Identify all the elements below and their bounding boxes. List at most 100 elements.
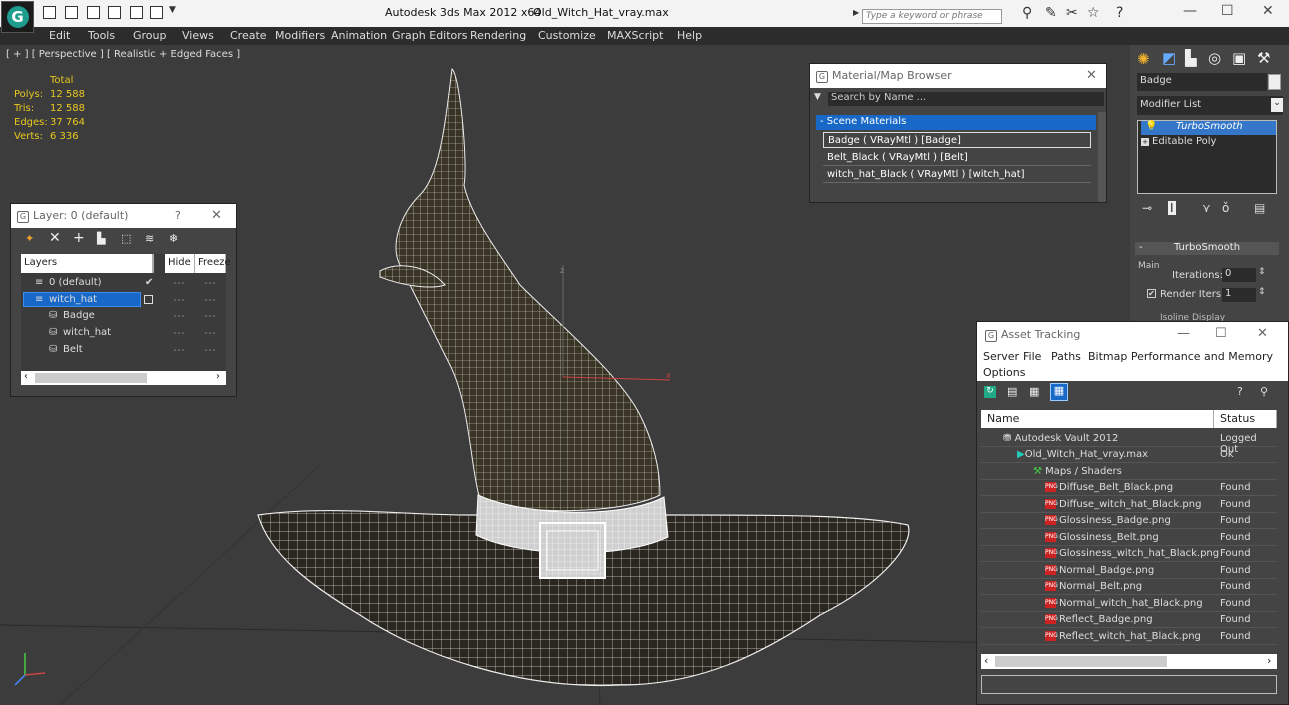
tools-icon[interactable]: ✂ bbox=[1066, 5, 1078, 21]
undo-icon[interactable] bbox=[130, 6, 143, 19]
asset-row-png[interactable]: PNGNormal_witch_hat_Black.png Found bbox=[981, 596, 1277, 612]
material-search-input[interactable]: Search by Name ... bbox=[828, 92, 1104, 106]
add-to-layer-icon[interactable]: + bbox=[73, 230, 85, 246]
hold-icon[interactable] bbox=[108, 6, 121, 19]
hide-toggle[interactable]: ⁃⁃⁃ bbox=[173, 312, 185, 321]
create-tab-icon[interactable]: ✺ bbox=[1137, 50, 1150, 68]
minimize-icon[interactable]: — bbox=[1177, 326, 1190, 341]
column-name[interactable]: Name bbox=[981, 410, 1214, 428]
save-icon[interactable] bbox=[65, 6, 78, 19]
render-iters-spinner[interactable]: 1 bbox=[1222, 288, 1256, 302]
object-color-swatch[interactable] bbox=[1268, 74, 1281, 90]
asset-path-field[interactable] bbox=[981, 675, 1277, 694]
asset-row-png[interactable]: PNGReflect_witch_hat_Black.png Found bbox=[981, 629, 1277, 645]
asset-row-png[interactable]: PNGReflect_Badge.png Found bbox=[981, 612, 1277, 628]
column-layers[interactable]: Layers bbox=[21, 254, 153, 273]
collapse-icon[interactable]: - bbox=[1139, 242, 1143, 253]
asset-row-png[interactable]: PNGNormal_Belt.png Found bbox=[981, 579, 1277, 595]
scene-materials-group[interactable]: - Scene Materials bbox=[816, 115, 1096, 130]
asset-row-png[interactable]: PNGNormal_Badge.png Found bbox=[981, 563, 1277, 579]
communication-icon[interactable]: ✎ bbox=[1045, 5, 1057, 21]
open-icon[interactable] bbox=[43, 6, 56, 19]
menu-rendering[interactable]: Rendering bbox=[470, 29, 526, 42]
menu-help[interactable]: Help bbox=[677, 29, 702, 42]
stack-item-turbosmooth[interactable]: 💡 TurboSmooth bbox=[1141, 121, 1276, 135]
scroll-thumb[interactable] bbox=[995, 656, 1167, 667]
list-view-icon[interactable]: ▤ bbox=[1007, 385, 1017, 398]
new-icon[interactable] bbox=[87, 6, 100, 19]
utilities-tab-icon[interactable]: ⚒ bbox=[1257, 49, 1270, 67]
search-arrow-icon[interactable]: ▶ bbox=[853, 8, 859, 17]
select-objects-icon[interactable]: ▙ bbox=[97, 232, 105, 245]
menu-create[interactable]: Create bbox=[230, 29, 267, 42]
object-row-witch-hat[interactable]: ⛁ witch_hat ⁃⁃⁃ ⁃⁃⁃ bbox=[21, 325, 226, 341]
active-check-icon[interactable]: ✔ bbox=[145, 277, 153, 288]
menu-group[interactable]: Group bbox=[133, 29, 167, 42]
make-unique-icon[interactable]: ⋎ bbox=[1202, 201, 1211, 215]
scroll-left-icon[interactable]: ‹ bbox=[984, 654, 988, 667]
highlight-layer-icon[interactable]: ⬚ bbox=[121, 232, 131, 245]
object-row-badge[interactable]: ⛁ Badge ⁃⁃⁃ ⁃⁃⁃ bbox=[21, 308, 226, 324]
help-icon[interactable]: ? bbox=[175, 209, 181, 222]
modify-tab-icon[interactable]: ◩ bbox=[1162, 49, 1176, 67]
remove-modifier-icon[interactable]: ǒ bbox=[1222, 201, 1229, 215]
asset-row-png[interactable]: PNGDiffuse_Belt_Black.png Found bbox=[981, 480, 1277, 496]
menu-server[interactable]: Server bbox=[983, 350, 1019, 363]
stack-item-editable-poly[interactable]: + Editable Poly bbox=[1141, 136, 1216, 147]
hide-toggle[interactable]: ⁃⁃⁃ bbox=[173, 279, 185, 288]
menu-views[interactable]: Views bbox=[182, 29, 214, 42]
menu-bitmap-performance[interactable]: Bitmap Performance and Memory bbox=[1088, 350, 1273, 363]
menu-file[interactable]: File bbox=[1023, 350, 1041, 363]
keyword-search-input[interactable]: Type a keyword or phrase bbox=[862, 9, 1002, 24]
menu-maxscript[interactable]: MAXScript bbox=[607, 29, 663, 42]
scroll-thumb[interactable] bbox=[35, 373, 147, 383]
pin-stack-icon[interactable]: ⊸ bbox=[1142, 201, 1152, 215]
close-icon[interactable]: ✕ bbox=[1086, 68, 1097, 83]
create-layer-icon[interactable]: ✦ bbox=[25, 232, 34, 245]
thumbnail-view-icon[interactable]: ▦ bbox=[1029, 385, 1039, 398]
hide-toggle[interactable]: ⁃⁃⁃ bbox=[173, 329, 185, 338]
maximize-icon[interactable]: ☐ bbox=[1221, 3, 1234, 19]
column-hide[interactable]: Hide bbox=[165, 254, 195, 273]
layer-hscrollbar[interactable]: ‹ › bbox=[21, 371, 226, 385]
expand-icon[interactable]: + bbox=[1141, 138, 1149, 146]
close-icon[interactable]: ✕ bbox=[211, 208, 222, 223]
display-tab-icon[interactable]: ▣ bbox=[1232, 49, 1246, 67]
help-icon[interactable]: ? bbox=[1116, 5, 1123, 21]
scroll-right-icon[interactable]: › bbox=[1267, 654, 1271, 667]
close-icon[interactable]: ✕ bbox=[1257, 326, 1268, 341]
menu-customize[interactable]: Customize bbox=[538, 29, 596, 42]
object-name-field[interactable]: Badge bbox=[1137, 73, 1267, 91]
layer-row-witch-hat[interactable]: ≡ witch_hat ⁃⁃⁃ ⁃⁃⁃ bbox=[21, 292, 226, 308]
menu-graph-editors[interactable]: Graph Editors bbox=[392, 29, 468, 42]
chevron-down-icon[interactable]: ⌄ bbox=[1271, 98, 1283, 112]
material-item[interactable]: Belt_Black ( VRayMtl ) [Belt] bbox=[823, 150, 1091, 166]
configure-sets-icon[interactable]: ▤ bbox=[1254, 201, 1265, 215]
asset-row-max-file[interactable]: ▶Old_Witch_Hat_vray.max Ok bbox=[981, 447, 1277, 463]
asset-row-png[interactable]: PNGGlossiness_Belt.png Found bbox=[981, 530, 1277, 546]
modifier-list-dropdown[interactable]: Modifier List ⌄ bbox=[1137, 96, 1283, 115]
asset-row-vault[interactable]: ⛃ Autodesk Vault 2012 Logged Out bbox=[981, 431, 1277, 455]
menu-edit[interactable]: Edit bbox=[49, 29, 70, 42]
object-row-belt[interactable]: ⛁ Belt ⁃⁃⁃ ⁃⁃⁃ bbox=[21, 342, 226, 358]
hide-toggle[interactable]: ⁃⁃⁃ bbox=[173, 346, 185, 355]
material-browser-titlebar[interactable]: G Material/Map Browser ✕ bbox=[810, 64, 1106, 88]
scroll-left-icon[interactable]: ‹ bbox=[24, 371, 28, 382]
hide-toggle[interactable]: ⁃⁃⁃ bbox=[173, 296, 185, 305]
asset-row-png[interactable]: PNGGlossiness_Badge.png Found bbox=[981, 513, 1277, 529]
hierarchy-tab-icon[interactable]: ▙ bbox=[1185, 49, 1197, 67]
iterations-spinner[interactable]: 0 bbox=[1222, 268, 1256, 282]
delete-layer-icon[interactable]: ✕ bbox=[49, 230, 61, 246]
highlight-icon[interactable]: ⚲ bbox=[1260, 385, 1268, 398]
menu-options[interactable]: Options bbox=[983, 366, 1025, 379]
table-view-icon[interactable]: ▦ bbox=[1050, 383, 1068, 401]
material-item[interactable]: witch_hat_Black ( VRayMtl ) [witch_hat] bbox=[823, 167, 1091, 183]
asset-row-png[interactable]: PNGDiffuse_witch_hat_Black.png Found bbox=[981, 497, 1277, 513]
render-iters-checkbox[interactable]: ✔ bbox=[1147, 289, 1156, 298]
viewport-label[interactable]: [ + ] [ Perspective ] [ Realistic + Edge… bbox=[6, 49, 240, 60]
scroll-right-icon[interactable]: › bbox=[216, 371, 220, 382]
motion-tab-icon[interactable]: ◎ bbox=[1208, 49, 1221, 67]
freeze-toggle[interactable]: ⁃⁃⁃ bbox=[204, 329, 216, 338]
menu-modifiers[interactable]: Modifiers bbox=[275, 29, 325, 42]
material-item[interactable]: Badge ( VRayMtl ) [Badge] bbox=[823, 132, 1091, 148]
